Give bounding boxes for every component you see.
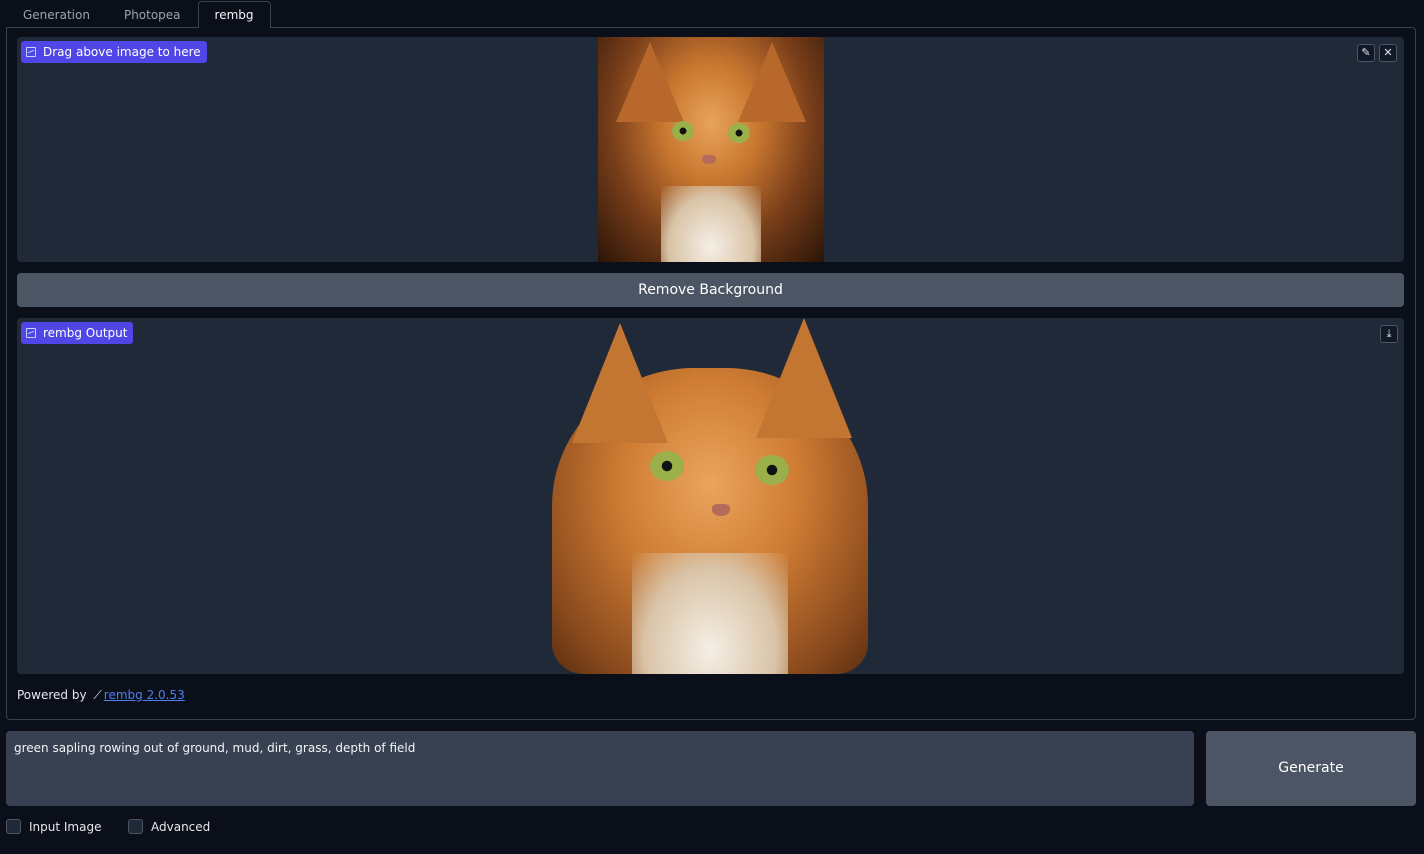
output-cat-image [532,318,888,674]
powered-by-footer: Powered by ⟋ rembg 2.0.53 [17,688,185,703]
cat-ear-right [738,42,806,122]
generate-button[interactable]: Generate [1206,731,1416,806]
input-image-checkbox[interactable]: Input Image [6,819,101,834]
cat-ear-right [756,318,852,438]
tab-bar: Generation Photopea rembg [6,1,271,28]
cat-eye-right [728,123,750,143]
checkbox-box[interactable] [128,819,143,834]
tab-rembg[interactable]: rembg [197,1,271,28]
output-image-box: rembg Output ⤓ [17,318,1404,674]
cat-ear-left [572,323,668,443]
image-icon [26,47,36,57]
rembg-link[interactable]: rembg 2.0.53 [104,688,185,702]
cat-eye-left [672,121,694,141]
download-icon[interactable]: ⤓ [1380,325,1398,343]
remove-background-button[interactable]: Remove Background [17,273,1404,307]
cat-ear-left [616,42,684,122]
input-image-dropzone[interactable]: Drag above image to here ✎ ✕ [17,37,1404,262]
close-icon[interactable]: ✕ [1379,44,1397,62]
cat-chest [631,552,789,674]
magic-wand-icon: ⟋ [93,688,102,702]
cat-nose [702,155,716,164]
cat-eye-left [650,451,684,481]
checkbox-label: Input Image [29,819,102,834]
rembg-panel: Drag above image to here ✎ ✕ Remove Back… [6,27,1416,720]
advanced-checkbox[interactable]: Advanced [128,819,210,834]
pencil-icon[interactable]: ✎ [1357,44,1375,62]
input-image-label-text: Drag above image to here [43,45,201,59]
output-image-label-text: rembg Output [43,326,128,340]
tab-photopea[interactable]: Photopea [107,1,198,28]
cat-nose [712,504,730,516]
powered-by-text: Powered by [17,688,87,702]
tab-generation[interactable]: Generation [6,1,107,28]
checkbox-box[interactable] [6,819,21,834]
input-cat-image [598,37,824,262]
prompt-input[interactable]: green sapling rowing out of ground, mud,… [6,731,1194,806]
checkbox-label: Advanced [151,819,211,834]
cat-eye-right [755,455,789,485]
input-image-label: Drag above image to here [21,41,207,63]
image-icon [26,328,36,338]
output-image-label: rembg Output [21,322,134,344]
cat-chest [661,185,761,262]
